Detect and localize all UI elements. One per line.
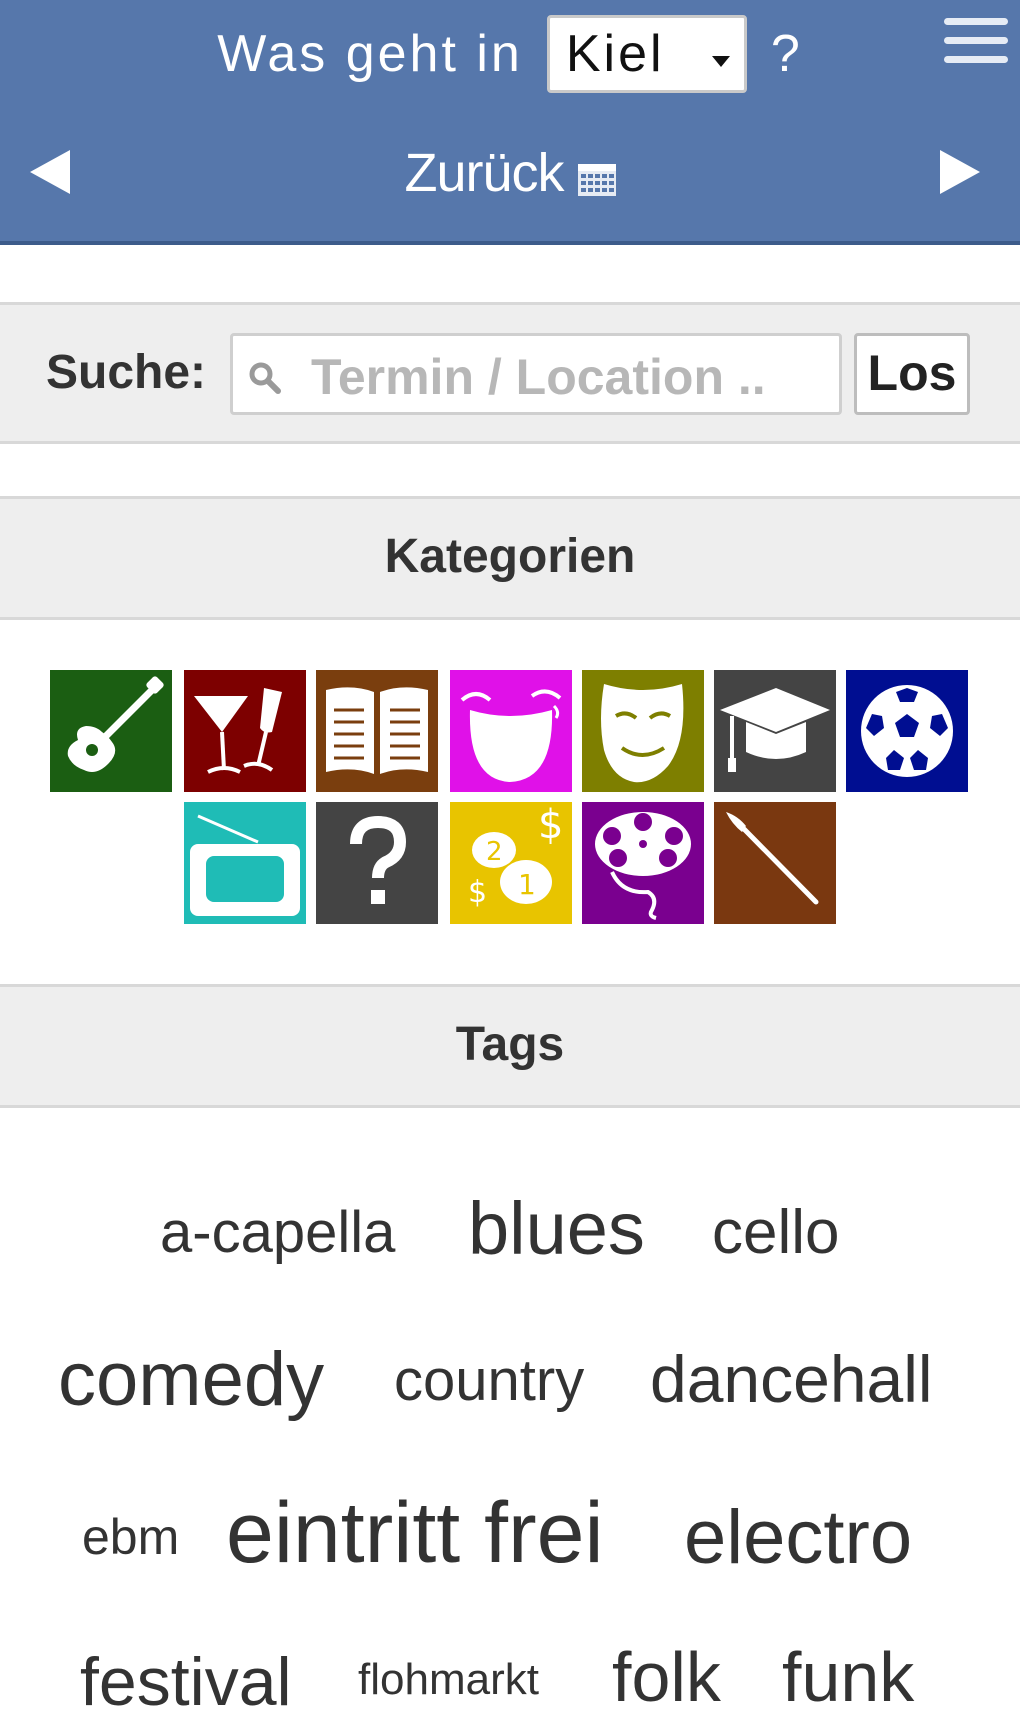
tag-dancehall[interactable]: dancehall [650, 1346, 933, 1412]
city-select-value: Kiel [565, 25, 665, 83]
tag-cello[interactable]: cello [712, 1202, 840, 1264]
category-tile-film[interactable] [582, 802, 704, 924]
tag-blues[interactable]: blues [468, 1192, 645, 1266]
calendar-icon [577, 164, 616, 196]
category-tile-literature[interactable] [316, 670, 438, 792]
film-reel-icon [582, 802, 704, 924]
search-submit-button[interactable]: Los [854, 333, 970, 415]
next-arrow-icon[interactable] [940, 150, 980, 194]
tv-icon [184, 802, 306, 924]
category-tile-other[interactable] [316, 802, 438, 924]
svg-text:$: $ [538, 802, 563, 848]
category-tile-comedy[interactable] [450, 670, 572, 792]
cocktail-glasses-icon [184, 670, 306, 792]
open-book-icon [316, 670, 438, 792]
tag-folk[interactable]: folk [612, 1642, 721, 1712]
tag-festival[interactable]: festival [80, 1648, 292, 1716]
tag-ebm[interactable]: ebm [82, 1512, 179, 1562]
category-tile-education[interactable] [714, 670, 836, 792]
search-icon [249, 362, 281, 394]
top-header: Was geht in Kiel ? Zurück [0, 0, 1020, 245]
tags-heading: Tags [0, 984, 1020, 1108]
title-prefix: Was geht in [217, 25, 523, 83]
theater-mask-icon [582, 670, 704, 792]
categories-heading: Kategorien [0, 496, 1020, 620]
svg-text:1: 1 [518, 868, 536, 901]
svg-text:2: 2 [486, 837, 503, 867]
chevron-down-icon [711, 55, 730, 67]
tag-electro[interactable]: electro [684, 1500, 912, 1576]
category-tile-music[interactable] [50, 670, 172, 792]
search-input[interactable]: Termin / Location .. [230, 333, 842, 415]
laughing-face-icon [450, 670, 572, 792]
category-tile-sport[interactable] [846, 670, 968, 792]
search-label: Suche: [46, 346, 207, 399]
city-select[interactable]: Kiel [546, 15, 747, 93]
back-label: Zurück [404, 143, 564, 203]
svg-text:$: $ [468, 875, 487, 910]
date-navigation: Zurück [0, 138, 1020, 208]
back-button[interactable]: Zurück [390, 138, 630, 208]
category-tile-party[interactable] [184, 670, 306, 792]
graduation-cap-icon [714, 670, 836, 792]
category-tile-tv[interactable] [184, 802, 306, 924]
previous-arrow-icon[interactable] [30, 150, 70, 194]
tag-a-capella[interactable]: a-capella [160, 1204, 395, 1262]
question-mark-icon [316, 802, 438, 924]
paintbrush-icon [714, 802, 836, 924]
tag-country[interactable]: country [394, 1352, 584, 1410]
tag-flohmarkt[interactable]: flohmarkt [358, 1658, 539, 1702]
coins-icon: $ 2 1 $ [450, 802, 572, 924]
city-title: Was geht in Kiel ? [0, 12, 1020, 96]
search-bar: Suche: Termin / Location .. Los [0, 302, 1020, 444]
search-placeholder: Termin / Location .. [311, 349, 766, 405]
tag-funk[interactable]: funk [782, 1642, 914, 1712]
category-tile-sale[interactable]: $ 2 1 $ [450, 802, 572, 924]
hamburger-menu-icon[interactable] [944, 18, 1008, 66]
soccer-ball-icon [846, 670, 968, 792]
category-tile-art[interactable] [714, 802, 836, 924]
tag-eintritt-frei[interactable]: eintritt frei [226, 1490, 604, 1576]
tag-comedy[interactable]: comedy [58, 1342, 324, 1418]
title-suffix: ? [770, 25, 803, 83]
category-tile-theater[interactable] [582, 670, 704, 792]
guitar-icon [50, 670, 172, 792]
